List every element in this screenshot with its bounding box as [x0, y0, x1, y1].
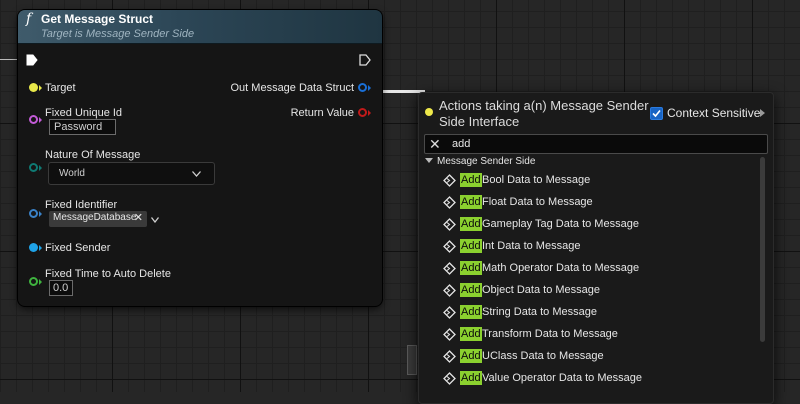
list-item-label: Int Data to Message — [482, 240, 581, 252]
fixed-time-pin-icon[interactable] — [29, 277, 38, 286]
search-match-highlight: Add — [460, 327, 482, 341]
search-value: add — [452, 138, 471, 150]
list-item-label: Object Data to Message — [482, 284, 601, 296]
node-subtitle: Target is Message Sender Side — [41, 28, 195, 40]
search-match-highlight: Add — [460, 261, 482, 275]
pin-arrow-icon — [39, 211, 42, 217]
expand-arrow-icon[interactable] — [760, 109, 765, 117]
partial-node-fragment — [407, 345, 417, 375]
get-message-struct-node[interactable]: f Get Message Struct Target is Message S… — [18, 10, 382, 306]
function-call-icon — [443, 372, 456, 385]
category-label: Message Sender Side — [437, 156, 536, 167]
return-value-pin-icon[interactable] — [358, 108, 367, 117]
function-call-icon — [443, 196, 456, 209]
pin-row-fixed-time: Fixed Time to Auto Delete 0.0 — [18, 268, 218, 298]
exec-out-pin-icon[interactable] — [359, 54, 371, 66]
function-call-icon — [443, 174, 456, 187]
nature-of-message-pin-icon[interactable] — [29, 163, 38, 172]
category-message-sender-side[interactable]: Message Sender Side — [425, 156, 535, 167]
search-match-highlight: Add — [460, 305, 482, 319]
pin-row-fixed-unique-id: Fixed Unique Id Password — [18, 107, 218, 137]
fixed-unique-id-label: Fixed Unique Id — [45, 107, 123, 119]
chevron-down-icon — [192, 171, 201, 177]
fixed-sender-pin-icon[interactable] — [29, 243, 38, 252]
node-title: Get Message Struct — [41, 12, 154, 26]
list-item-label: Math Operator Data to Message — [482, 262, 640, 274]
nature-of-message-label: Nature Of Message — [45, 149, 141, 161]
list-item-label: Bool Data to Message — [482, 174, 591, 186]
list-item-label: Float Data to Message — [482, 196, 593, 208]
pin-row-out-struct: Out Message Data Struct — [18, 81, 382, 95]
fixed-time-to-auto-delete-label: Fixed Time to Auto Delete — [45, 268, 171, 280]
context-sensitive-label[interactable]: Context Sensitive — [667, 106, 760, 120]
collapse-triangle-icon — [425, 158, 433, 163]
search-match-highlight: Add — [460, 173, 482, 187]
search-match-highlight: Add — [460, 239, 482, 253]
scrollbar[interactable] — [760, 157, 765, 342]
pin-row-nature-of-message: Nature Of Message World — [18, 149, 238, 187]
return-value-label: Return Value — [290, 107, 354, 119]
pin-arrow-icon — [39, 165, 42, 171]
pin-arrow-icon — [368, 110, 371, 116]
interface-bullet-icon — [425, 108, 433, 116]
function-icon: f — [26, 11, 32, 27]
pin-arrow-icon — [39, 279, 42, 285]
out-message-data-struct-label: Out Message Data Struct — [230, 82, 355, 94]
search-match-highlight: Add — [460, 195, 482, 209]
list-item-label: UClass Data to Message — [482, 350, 604, 362]
fixed-time-input[interactable]: 0.0 — [49, 280, 73, 296]
action-menu-title: Actions taking a(n) Message Sender Side … — [439, 98, 649, 129]
nature-of-message-value: World — [59, 168, 85, 179]
action-search-input[interactable]: ✕ add — [424, 134, 768, 154]
pin-row-fixed-identifier: Fixed Identifier MessageDatabase ✕ — [18, 199, 238, 229]
function-call-icon — [443, 306, 456, 319]
function-call-icon — [443, 350, 456, 363]
function-call-icon — [443, 284, 456, 297]
search-match-highlight: Add — [460, 349, 482, 363]
pin-arrow-icon — [39, 117, 42, 123]
fixed-unique-id-pin-icon[interactable] — [29, 115, 38, 124]
function-call-icon — [443, 240, 456, 253]
function-call-icon — [443, 218, 456, 231]
search-match-highlight: Add — [460, 217, 482, 231]
nature-of-message-dropdown[interactable]: World — [48, 162, 215, 185]
fixed-unique-id-input[interactable]: Password — [49, 119, 116, 135]
chevron-down-icon[interactable] — [151, 217, 159, 223]
remove-tag-icon[interactable]: ✕ — [134, 211, 143, 224]
fixed-identifier-tag[interactable]: MessageDatabase ✕ — [49, 211, 147, 227]
fixed-identifier-pin-icon[interactable] — [29, 209, 38, 218]
fixed-identifier-value: MessageDatabase — [53, 212, 137, 223]
node-header[interactable]: f Get Message Struct Target is Message S… — [18, 10, 382, 44]
fixed-sender-label: Fixed Sender — [45, 242, 111, 254]
search-match-highlight: Add — [460, 283, 482, 297]
pin-arrow-icon — [39, 245, 42, 251]
list-item-label: Transform Data to Message — [482, 328, 618, 340]
exec-wire — [0, 59, 20, 60]
function-call-icon — [443, 328, 456, 341]
pin-arrow-icon — [368, 85, 371, 91]
exec-in-pin-icon[interactable] — [26, 54, 38, 66]
search-match-highlight: Add — [460, 371, 482, 385]
action-menu[interactable]: Actions taking a(n) Message Sender Side … — [418, 92, 774, 404]
context-sensitive-checkbox[interactable] — [650, 107, 663, 120]
pin-row-fixed-sender: Fixed Sender — [18, 242, 218, 256]
function-call-icon — [443, 262, 456, 275]
list-item-label: String Data to Message — [482, 306, 597, 318]
checkmark-icon — [652, 109, 661, 118]
fixed-identifier-label: Fixed Identifier — [45, 199, 118, 211]
out-struct-pin-icon[interactable] — [358, 83, 367, 92]
clear-search-icon[interactable]: ✕ — [429, 136, 441, 152]
list-item-label: Gameplay Tag Data to Message — [482, 218, 639, 230]
list-item-label: Value Operator Data to Message — [482, 372, 642, 384]
